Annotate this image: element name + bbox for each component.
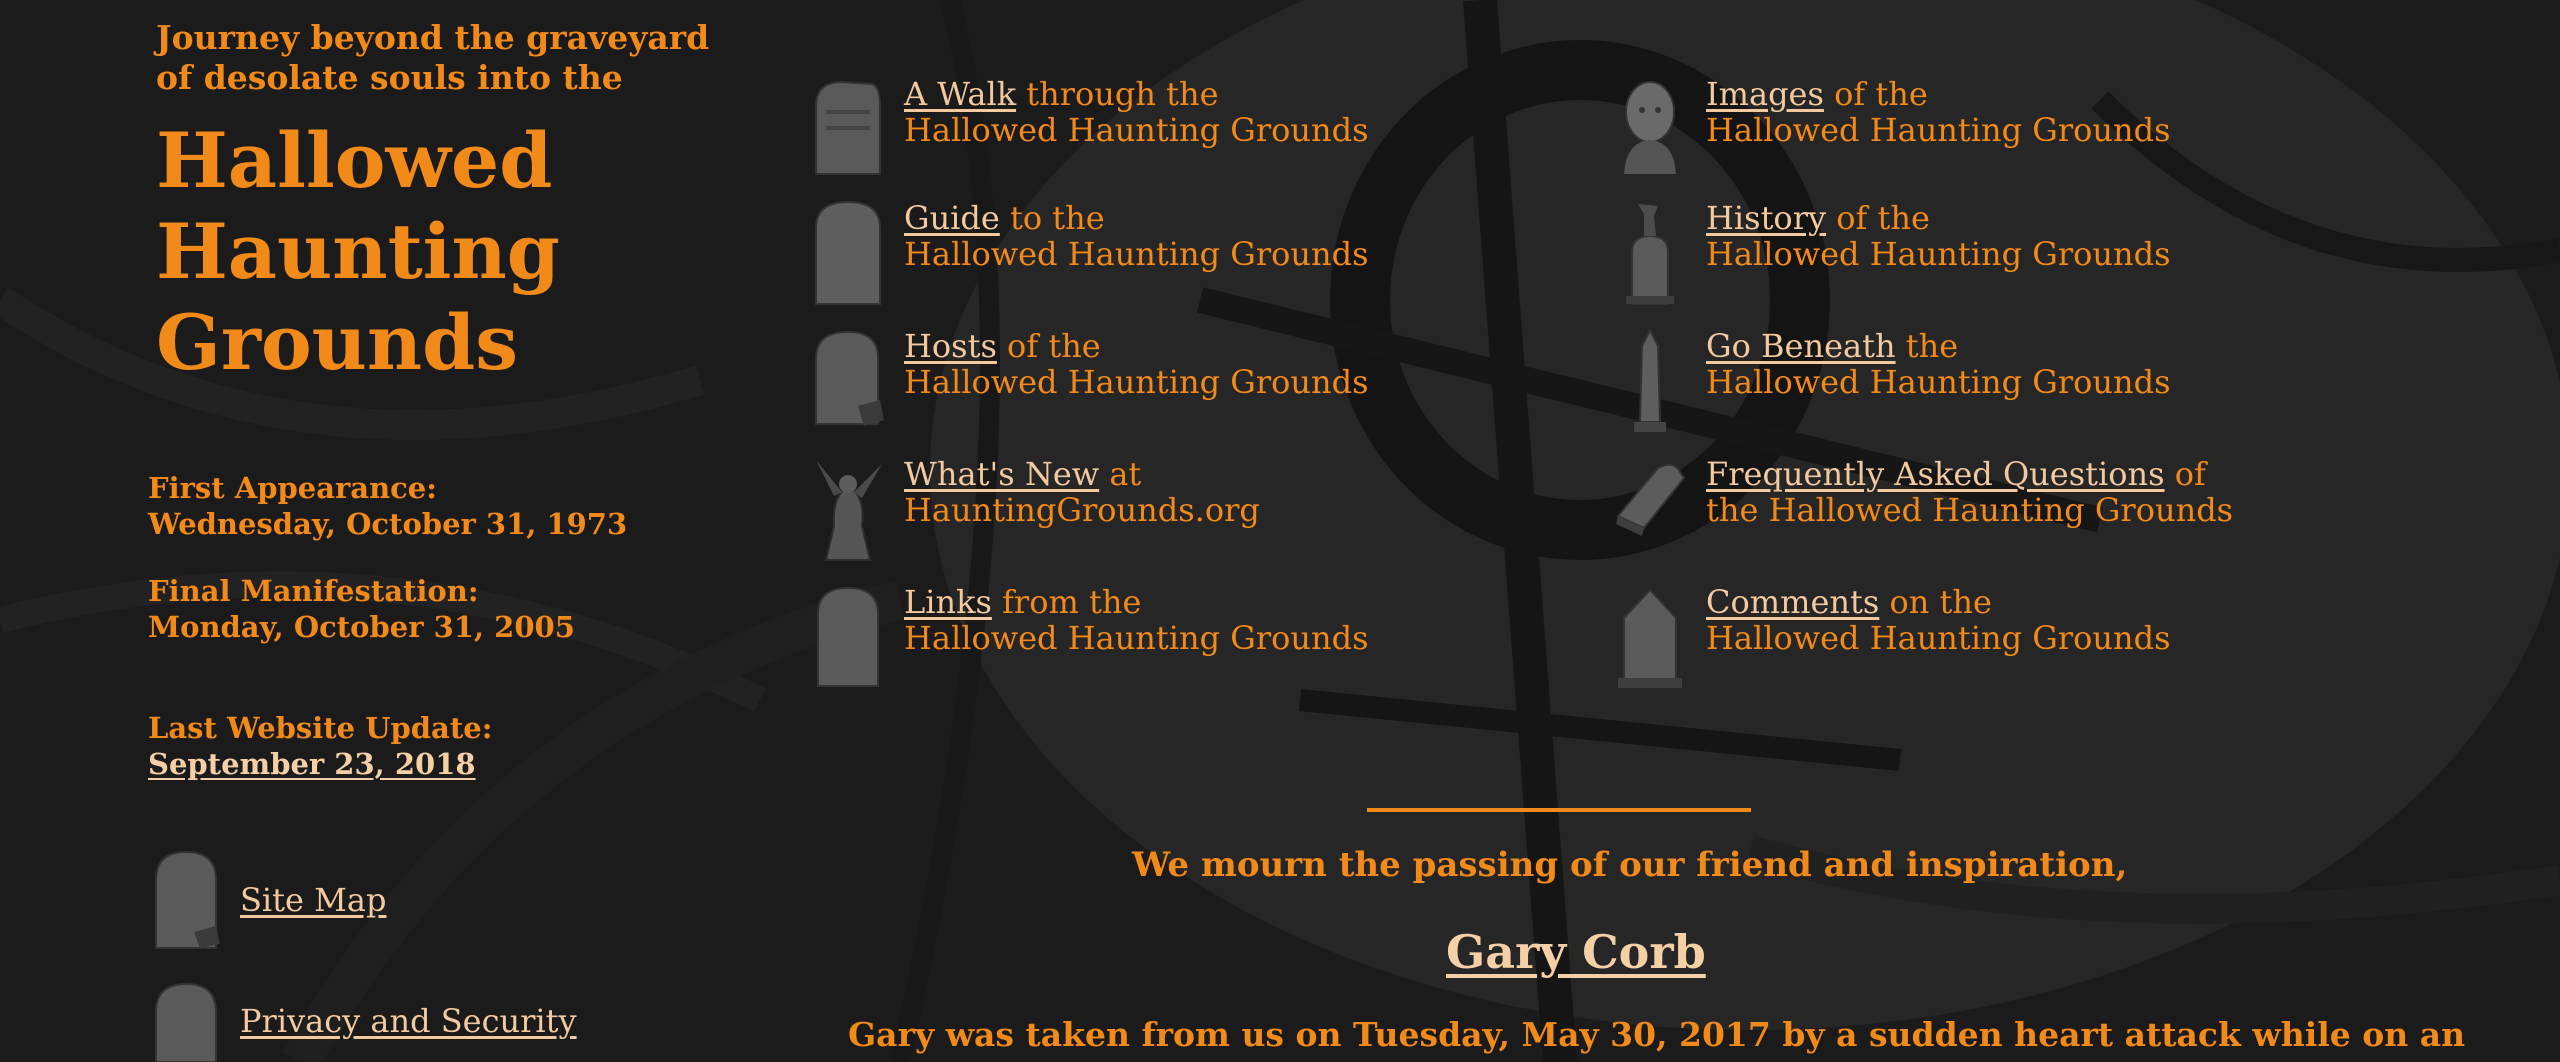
bust-icon — [1624, 81, 1676, 174]
gargoyle-icon — [816, 460, 882, 561]
obelisk-icon — [1634, 328, 1666, 432]
hosts-rest: of the — [996, 327, 1101, 365]
tombstone-icon — [155, 982, 217, 1062]
final-manifestation-label: Final Manifestation: — [148, 574, 479, 608]
beneath-link[interactable]: Go Beneath — [1706, 327, 1896, 365]
comments-line2: Hallowed Haunting Grounds — [1706, 619, 2171, 657]
history-rest: of the — [1826, 199, 1930, 237]
mourn-text: We mourn the passing of our friend and i… — [1132, 845, 2128, 885]
title-line-3: Grounds — [156, 298, 519, 387]
nav-item-guide[interactable]: Guide to the Hallowed Haunting Grounds — [812, 199, 1369, 305]
tombstone-icon — [1618, 588, 1682, 688]
faq-rest: of — [2164, 455, 2206, 493]
first-appearance: First Appearance: Wednesday, October 31,… — [148, 470, 708, 542]
nav-item-comments[interactable]: Comments on the Hallowed Haunting Ground… — [1614, 583, 2171, 688]
nav-item-beneath[interactable]: Go Beneath the Hallowed Haunting Grounds — [1614, 327, 2171, 432]
final-manifestation: Final Manifestation: Monday, October 31,… — [148, 573, 708, 645]
nav-item-faq[interactable]: Frequently Asked Questions of the Hallow… — [1614, 456, 2233, 556]
guide-line2: Hallowed Haunting Grounds — [904, 235, 1369, 273]
first-appearance-date: Wednesday, October 31, 1973 — [148, 507, 628, 541]
whatsnew-line2: HauntingGrounds.org — [904, 491, 1260, 529]
links-line2: Hallowed Haunting Grounds — [904, 619, 1369, 657]
guide-rest: to the — [999, 199, 1105, 237]
last-update: Last Website Update: September 23, 2018 — [148, 710, 708, 782]
history-link[interactable]: History — [1706, 199, 1826, 237]
nav-item-links[interactable]: Links from the Hallowed Haunting Grounds — [812, 583, 1369, 687]
comments-link[interactable]: Comments — [1706, 583, 1879, 621]
images-rest: of the — [1823, 75, 1928, 113]
site-map-item[interactable]: Site Map — [150, 848, 386, 952]
fallen-stone-icon — [1616, 463, 1686, 536]
statue-tombstone-icon — [1626, 204, 1674, 305]
nav-item-hosts[interactable]: Hosts of the Hallowed Haunting Grounds — [812, 328, 1369, 428]
links-rest: from the — [991, 583, 1142, 621]
walk-line2: Hallowed Haunting Grounds — [904, 111, 1369, 149]
nav-item-walk[interactable]: A Walk through the Hallowed Haunting Gro… — [812, 76, 1369, 176]
tombstone-icon — [815, 330, 884, 426]
intro-line-2: of desolate souls into the — [156, 58, 623, 97]
faq-link[interactable]: Frequently Asked Questions — [1706, 455, 2165, 493]
intro-text: Journey beyond the graveyard of desolate… — [156, 18, 716, 98]
images-link[interactable]: Images — [1706, 75, 1824, 113]
beneath-rest: the — [1895, 327, 1959, 365]
beneath-line2: Hallowed Haunting Grounds — [1706, 363, 2171, 401]
links-link[interactable]: Links — [904, 583, 992, 621]
first-appearance-label: First Appearance: — [148, 471, 437, 505]
whatsnew-link[interactable]: What's New — [904, 455, 1099, 493]
comments-rest: on the — [1879, 583, 1992, 621]
site-map-link[interactable]: Site Map — [240, 881, 386, 919]
nav-item-images[interactable]: Images of the Hallowed Haunting Grounds — [1614, 76, 2171, 176]
nav-item-history[interactable]: History of the Hallowed Haunting Grounds — [1614, 199, 2171, 305]
title-line-2: Haunting — [156, 207, 560, 296]
last-update-link[interactable]: September 23, 2018 — [148, 747, 476, 781]
whatsnew-rest: at — [1099, 455, 1142, 493]
tombstone-icon — [155, 850, 220, 949]
gary-corb-link[interactable]: Gary Corb — [1446, 925, 1706, 979]
hosts-line2: Hallowed Haunting Grounds — [904, 363, 1369, 401]
walk-rest: through the — [1016, 75, 1219, 113]
walk-link[interactable]: A Walk — [904, 75, 1016, 113]
last-update-label: Last Website Update: — [148, 711, 493, 745]
images-line2: Hallowed Haunting Grounds — [1706, 111, 2171, 149]
final-manifestation-date: Monday, October 31, 2005 — [148, 610, 575, 644]
memorial-description: Gary was taken from us on Tuesday, May 3… — [848, 1015, 2466, 1054]
history-line2: Hallowed Haunting Grounds — [1706, 235, 2171, 273]
site-title: Hallowed Haunting Grounds — [156, 115, 656, 388]
guide-link[interactable]: Guide — [904, 199, 1000, 237]
hosts-link[interactable]: Hosts — [904, 327, 997, 365]
tombstone-icon — [817, 586, 879, 687]
tombstone-icon — [815, 200, 881, 305]
memorial-name: Gary Corb — [1446, 925, 1706, 979]
privacy-link[interactable]: Privacy and Security — [240, 1002, 577, 1040]
title-line-1: Hallowed — [156, 116, 553, 205]
privacy-item[interactable]: Privacy and Security — [150, 980, 577, 1062]
faq-line2: the Hallowed Haunting Grounds — [1706, 491, 2234, 529]
divider — [1367, 808, 1751, 812]
nav-item-whatsnew[interactable]: What's New at HauntingGrounds.org — [812, 455, 1260, 561]
intro-line-1: Journey beyond the graveyard — [156, 18, 710, 57]
tombstone-icon — [815, 80, 881, 175]
